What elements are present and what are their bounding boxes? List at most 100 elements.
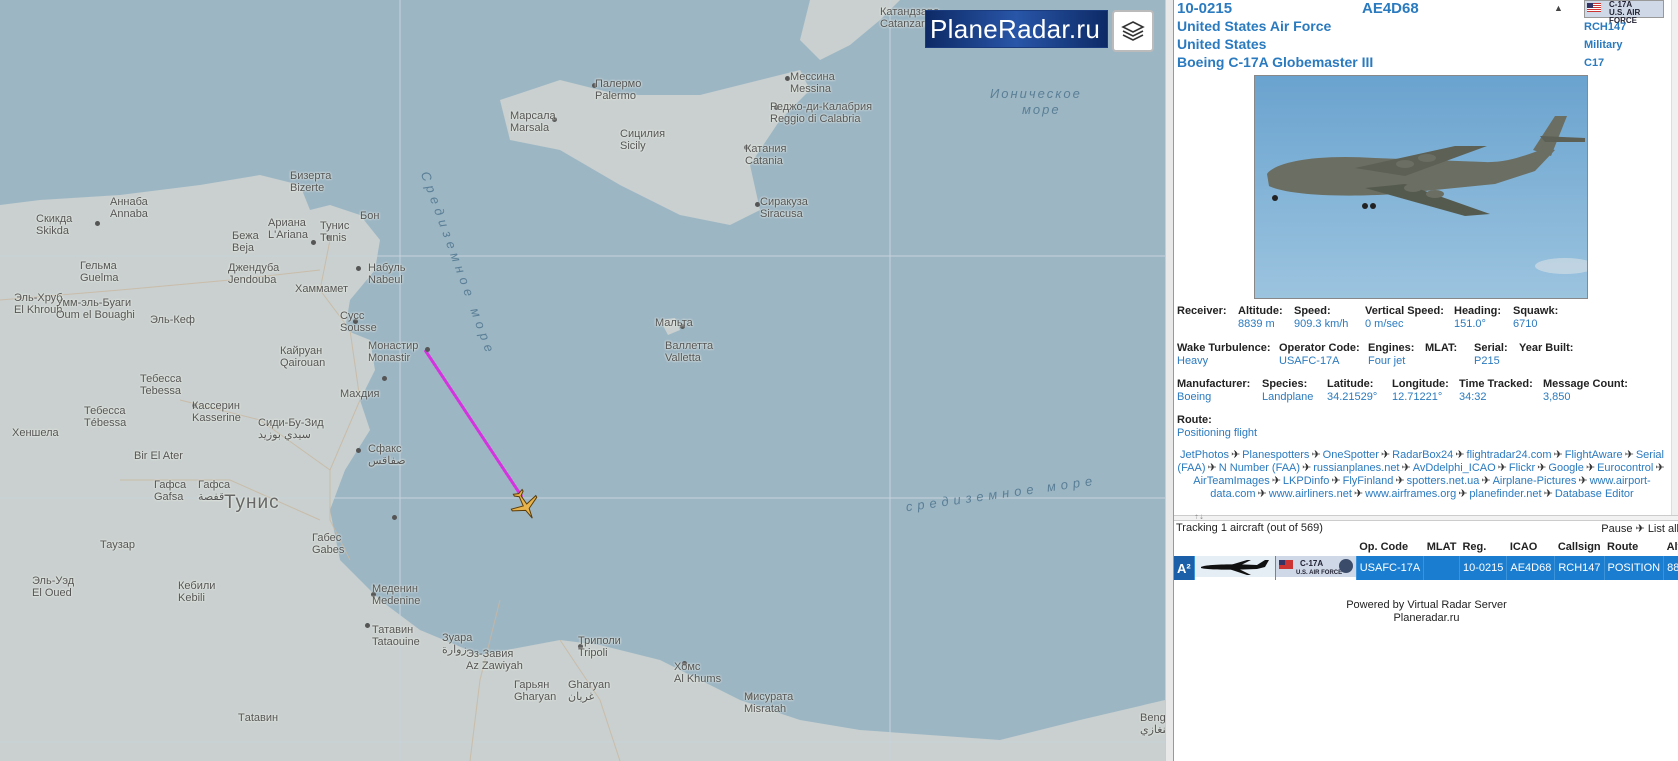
- link-separator-plane-icon: ✈: [1311, 449, 1321, 461]
- us-flag-icon: [1587, 3, 1601, 12]
- external-link[interactable]: planefinder.net: [1469, 488, 1541, 500]
- external-link[interactable]: www.airframes.org: [1365, 488, 1456, 500]
- external-link[interactable]: AirTeamImages: [1193, 475, 1269, 487]
- external-link[interactable]: FlyFinland: [1343, 475, 1394, 487]
- aircraft-photo-image: [1255, 76, 1587, 298]
- external-link[interactable]: RadarBox24: [1392, 449, 1453, 461]
- field-time-tracked: Time Tracked: 34:32: [1459, 378, 1533, 403]
- list-all-link[interactable]: List all: [1648, 523, 1678, 535]
- city-label: Сиди-Бу-Зид سيدي بوزيد: [258, 417, 324, 441]
- external-link[interactable]: flightradar24.com: [1467, 449, 1552, 461]
- city-dot: [356, 266, 361, 271]
- site-name[interactable]: Planeradar.ru: [1174, 612, 1678, 625]
- aircraft-photo[interactable]: [1254, 75, 1588, 299]
- city-name-en: بنغازي: [1140, 724, 1165, 736]
- external-links: JetPhotos ✈ Planespotters ✈ OneSpotter ✈ Radar…: [1176, 449, 1668, 501]
- field-mlat: MLAT:: [1425, 342, 1458, 354]
- city-label: Сицилия Sicily: [620, 128, 665, 152]
- aircraft-marker-icon[interactable]: [508, 488, 542, 522]
- sea-label-ionian: Ионическое: [990, 86, 1082, 101]
- link-separator-plane-icon: ✈: [1585, 462, 1596, 474]
- city-name-ru: Скикда: [36, 213, 73, 225]
- external-link[interactable]: AvDdelphi_ICAO: [1413, 462, 1496, 474]
- city-name-ru: Меденин: [372, 583, 418, 595]
- city-name-en: Gharyan: [514, 691, 557, 703]
- city-name-ru: Хаммамет: [295, 283, 349, 295]
- city-label: Марсала Marsala: [510, 110, 556, 134]
- col-reg[interactable]: Reg.: [1459, 538, 1506, 556]
- field-species: Species: Landplane: [1262, 378, 1314, 403]
- city-dot: [425, 347, 430, 352]
- city-name-en: Qairouan: [280, 357, 326, 369]
- external-link[interactable]: Eurocontrol: [1597, 462, 1653, 474]
- external-link[interactable]: Google: [1548, 462, 1583, 474]
- field-operator-code: Operator Code: USAFC-17A: [1279, 342, 1360, 367]
- map-view[interactable]: Тунис Средиземное море средиземное море …: [0, 0, 1165, 761]
- external-link[interactable]: russianplanes.net: [1313, 462, 1399, 474]
- city-label: Тунис Tunis: [320, 220, 349, 244]
- external-link[interactable]: FlightAware: [1565, 449, 1623, 461]
- city-name-ru: Ариана: [268, 217, 306, 229]
- city-label: Бежа Beja: [232, 230, 259, 254]
- field-engines: Engines: Four jet: [1368, 342, 1415, 367]
- col-op-code[interactable]: Op. Code: [1356, 538, 1424, 556]
- city-label: Кассерин Kasserine: [192, 400, 241, 424]
- city-name-ru: Кебили: [178, 580, 216, 592]
- planeradar-logo[interactable]: PlaneRadar.ru: [925, 10, 1108, 48]
- col-altitude[interactable]: Altitu: [1664, 538, 1678, 556]
- city-name-ru: Тунис: [320, 220, 350, 232]
- city-label: Гафса قفصة: [198, 479, 230, 503]
- link-separator-plane-icon: ✈: [1624, 449, 1634, 461]
- city-label: Benghaziبنغازي: [1140, 712, 1165, 736]
- external-link[interactable]: N Number (FAA): [1219, 462, 1300, 474]
- city-name-ru: Сусс: [340, 310, 365, 322]
- city-label: Мессина Messina: [790, 71, 835, 95]
- city-dot: [365, 623, 370, 628]
- city-label: Кайруан Qairouan: [280, 345, 325, 369]
- detail-scrollbar[interactable]: [1671, 0, 1678, 515]
- city-label: Bir El Ater: [134, 450, 183, 462]
- pause-link[interactable]: Pause: [1601, 523, 1632, 535]
- city-name-en: Monastir: [368, 352, 411, 364]
- city-name-ru: Бон: [360, 210, 380, 222]
- city-label: Габес Gabes: [312, 532, 344, 556]
- field-longitude: Longitude: 12.71221°: [1392, 378, 1449, 403]
- collapse-arrow-icon[interactable]: ▲: [1554, 3, 1563, 13]
- city-name-ru: Валлетта: [665, 340, 714, 352]
- city-name-en: Tebessa: [140, 385, 181, 397]
- external-link[interactable]: LKPDinfo: [1283, 475, 1329, 487]
- col-callsign[interactable]: Callsign: [1555, 538, 1604, 556]
- city-name-en: Sicily: [620, 140, 646, 152]
- city-name-en: Misratah: [744, 703, 787, 715]
- city-name-ru: Мессина: [790, 71, 835, 83]
- city-name-en: Tripoli: [578, 647, 608, 659]
- city-label: Гафса Gafsa: [154, 479, 186, 503]
- layers-icon: [1121, 21, 1145, 41]
- list-controls: Pause ✈ List all: [1601, 522, 1678, 535]
- col-icao[interactable]: ICAO: [1507, 538, 1555, 556]
- col-mlat[interactable]: MLAT: [1424, 538, 1460, 556]
- field-vertical-speed: Vertical Speed: 0 m/sec: [1365, 305, 1444, 330]
- external-link[interactable]: Planespotters: [1242, 449, 1309, 461]
- external-link[interactable]: OneSpotter: [1323, 449, 1379, 461]
- external-link[interactable]: Airplane-Pictures: [1493, 475, 1577, 487]
- external-link[interactable]: spotters.net.ua: [1407, 475, 1480, 487]
- city-name-en: Catania: [745, 155, 783, 167]
- city-name-ru: Хомс: [674, 661, 701, 673]
- city-dot: [356, 448, 361, 453]
- col-route[interactable]: Route: [1604, 538, 1664, 556]
- city-label: Бизерта Bizerte: [290, 170, 331, 194]
- external-link[interactable]: JetPhotos: [1180, 449, 1229, 461]
- svg-text:U.S. AIR FORCE: U.S. AIR FORCE: [1296, 570, 1342, 576]
- field-altitude: Altitude: 8839 m: [1238, 305, 1283, 330]
- city-label: Сфакс صفاقس: [368, 443, 406, 467]
- table-row[interactable]: A² C-17A U.S. AIR FORCE USAFC-17A 10-021…: [1174, 556, 1678, 580]
- external-link[interactable]: www.airliners.net: [1269, 488, 1352, 500]
- city-label: Аннаба Annaba: [110, 196, 148, 220]
- external-link[interactable]: Flickr: [1509, 462, 1535, 474]
- city-label: Мисурата Misratah: [744, 691, 793, 715]
- layers-button[interactable]: [1112, 10, 1154, 52]
- panel-resize-handle[interactable]: [1165, 0, 1173, 761]
- external-link[interactable]: Database Editor: [1555, 488, 1634, 500]
- field-speed: Speed: 909.3 km/h: [1294, 305, 1349, 330]
